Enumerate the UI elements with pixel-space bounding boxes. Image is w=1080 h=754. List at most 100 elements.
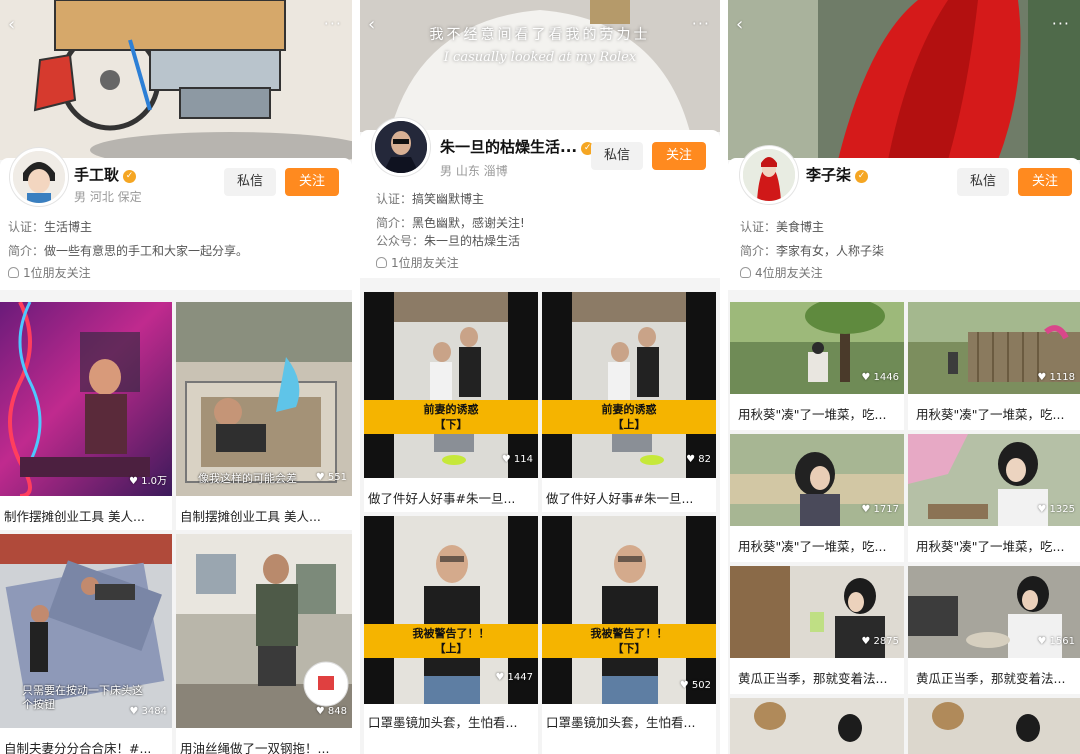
- cert-value: 搞笑幽默博主: [412, 192, 485, 206]
- video-caption: 口罩墨镜加头套，生怕看...: [368, 715, 518, 730]
- back-icon[interactable]: ‹: [368, 14, 375, 35]
- intro: 简介：做一些有意思的手工和大家一起分享。: [8, 242, 248, 259]
- like-count-value: 114: [513, 454, 533, 465]
- thumbnail-scene: [394, 292, 508, 478]
- video-card[interactable]: ♥ 1325 用秋葵"凑"了一堆菜，吃...: [908, 434, 1080, 562]
- like-count: ♥ 2875: [861, 636, 899, 647]
- like-count: ♥ 502: [679, 680, 711, 691]
- thumbnail-scene: [176, 302, 352, 483]
- thumbnail-tag: 前妻的诱惑 【下】: [364, 400, 538, 434]
- cert-label: 认证：: [8, 220, 45, 234]
- video-caption: 自制夫妻分分合合床！#...: [4, 741, 152, 754]
- follow-button[interactable]: 关注: [652, 142, 706, 170]
- like-count-value: 2875: [873, 636, 899, 647]
- user-meta: 男 山东 淄博: [440, 164, 508, 178]
- intro-label: 简介：: [740, 244, 777, 258]
- thumbnail-scene: [572, 292, 686, 478]
- video-card[interactable]: 只需要在按动一下床头这个按钮 ♥ 3484 自制夫妻分分合合床！#...: [0, 534, 172, 754]
- like-count: ♥ 848: [315, 706, 347, 717]
- video-caption: 自制摆摊创业工具 美人...: [180, 509, 321, 524]
- video-card[interactable]: [730, 698, 904, 754]
- banner-caption-en: I casually looked at my Rolex: [443, 50, 637, 65]
- like-count: ♥ 114: [501, 454, 533, 465]
- cert-value: 生活博主: [44, 220, 93, 234]
- video-thumbnail: [364, 292, 538, 478]
- like-count-value: 1447: [507, 672, 533, 683]
- thumbnail-tag: 我被警告了！！ 【下】: [542, 624, 716, 658]
- message-button[interactable]: 私信: [224, 168, 276, 196]
- avatar[interactable]: [372, 118, 430, 176]
- video-grid: 前妻的诱惑 【下】 ♥ 114 做了件好人好事#朱一旦... 前妻的诱惑 【上】…: [360, 292, 720, 754]
- like-count-value: 1325: [1049, 504, 1075, 515]
- video-card[interactable]: [908, 698, 1080, 754]
- username-text: 李子柒: [806, 166, 852, 184]
- avatar-image: [13, 151, 65, 203]
- profile-screen-zhuyidan: 我不经意间看了看我的劳力士 I casually looked at my Ro…: [360, 0, 720, 754]
- back-icon[interactable]: ‹: [736, 14, 743, 35]
- video-card[interactable]: 我被警告了！！ 【上】 ♥ 1447 口罩墨镜加头套，生怕看...: [364, 516, 538, 754]
- like-count: ♥ 1446: [861, 372, 899, 383]
- message-button[interactable]: 私信: [957, 168, 1009, 196]
- username-text: 朱一旦的枯燥生活...: [440, 138, 578, 156]
- video-card[interactable]: 前妻的诱惑 【下】 ♥ 114 做了件好人好事#朱一旦...: [364, 292, 538, 512]
- video-card[interactable]: ♥ 1118 用秋葵"凑"了一堆菜，吃...: [908, 302, 1080, 430]
- follow-button[interactable]: 关注: [1018, 168, 1072, 196]
- like-count-value: 1717: [873, 504, 899, 515]
- video-card[interactable]: ♥ 848 用油丝绳做了一双钢拖！...: [176, 534, 352, 754]
- more-icon[interactable]: ···: [324, 14, 342, 33]
- more-icon[interactable]: ···: [692, 14, 710, 33]
- profile-banner: ‹ ···: [0, 0, 352, 160]
- profile-card: 朱一旦的枯燥生活... ✓ 男 山东 淄博 私信 关注 认证：搞笑幽默博主 简介：…: [360, 118, 720, 278]
- friends-following[interactable]: 1位朋友关注: [8, 264, 91, 281]
- video-caption: 用秋葵"凑"了一堆菜，吃...: [916, 539, 1065, 554]
- like-count-value: 1.0万: [141, 476, 167, 487]
- avatar[interactable]: [10, 148, 68, 206]
- user-meta: 男 河北 保定: [74, 190, 142, 204]
- profile-banner: ‹ ···: [728, 0, 1080, 160]
- tag-title: 前妻的诱惑: [601, 403, 657, 416]
- thumbnail-scene: [572, 516, 686, 704]
- video-card[interactable]: 前妻的诱惑 【上】 ♥ 82 做了件好人好事#朱一旦...: [542, 292, 716, 512]
- username: 李子柒 ✓: [806, 164, 869, 185]
- like-count-value: 551: [327, 472, 347, 483]
- video-card[interactable]: 像我这样的可能会差 ♥ 551 自制摆摊创业工具 美人...: [176, 302, 352, 530]
- friends-icon: [740, 267, 751, 278]
- like-count: ♥ 1561: [1037, 636, 1075, 647]
- friends-text: 1位朋友关注: [391, 256, 459, 270]
- username-text: 手工耿: [74, 166, 120, 184]
- back-icon[interactable]: ‹: [8, 14, 15, 35]
- video-card[interactable]: ♥ 1717 用秋葵"凑"了一堆菜，吃...: [730, 434, 904, 562]
- friends-following[interactable]: 1位朋友关注: [376, 254, 459, 271]
- video-caption: 用秋葵"凑"了一堆菜，吃...: [738, 539, 887, 554]
- like-count: ♥ 1.0万: [128, 476, 167, 487]
- tag-part: 【下】: [612, 642, 646, 655]
- thumbnail-tag: 前妻的诱惑 【上】: [542, 400, 716, 434]
- thumbnail-scene: [8, 302, 150, 496]
- video-card[interactable]: ♥ 1.0万 制作摆摊创业工具 美人...: [0, 302, 172, 530]
- video-caption: 做了件好人好事#朱一旦...: [368, 491, 516, 506]
- friends-text: 4位朋友关注: [755, 266, 823, 280]
- avatar-image: [375, 121, 427, 173]
- friends-following[interactable]: 4位朋友关注: [740, 264, 823, 281]
- like-count: ♥ 551: [315, 472, 347, 483]
- video-card[interactable]: ♥ 2875 黄瓜正当季，那就变着法...: [730, 566, 904, 694]
- like-count-value: 848: [327, 706, 347, 717]
- cert-value: 美食博主: [776, 220, 825, 234]
- avatar[interactable]: [740, 146, 798, 204]
- video-card[interactable]: ♥ 1446 用秋葵"凑"了一堆菜，吃...: [730, 302, 904, 430]
- message-button[interactable]: 私信: [591, 142, 643, 170]
- verified-icon: ✓: [123, 170, 137, 183]
- tag-part: 【下】: [434, 418, 468, 431]
- cert-label: 认证：: [740, 220, 777, 234]
- more-icon[interactable]: ···: [1052, 14, 1070, 33]
- like-count: ♥ 1717: [861, 504, 899, 515]
- video-card[interactable]: 我被警告了！！ 【下】 ♥ 502 口罩墨镜加头套，生怕看...: [542, 516, 716, 754]
- video-caption: 用油丝绳做了一双钢拖！...: [180, 741, 330, 754]
- tag-part: 【上】: [612, 418, 646, 431]
- follow-button[interactable]: 关注: [285, 168, 339, 196]
- video-card[interactable]: ♥ 1561 黄瓜正当季，那就变着法...: [908, 566, 1080, 694]
- thumbnail-scene: [176, 534, 352, 728]
- video-thumbnail: [908, 698, 1080, 754]
- intro: 简介：李家有女，人称子柒: [740, 242, 884, 259]
- like-count-value: 1118: [1049, 372, 1075, 383]
